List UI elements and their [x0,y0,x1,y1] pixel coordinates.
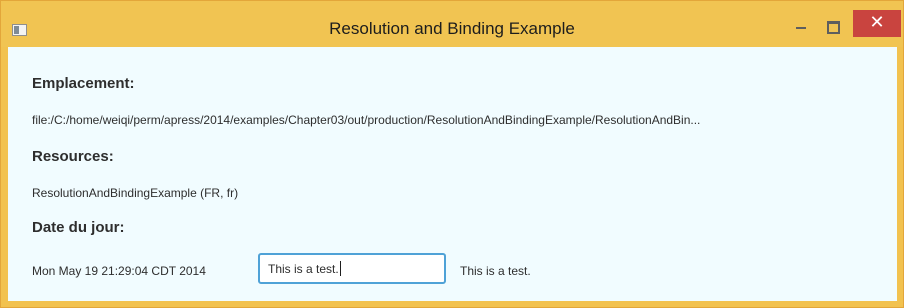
emplacement-value: file:/C:/home/weiqi/perm/apress/2014/exa… [32,113,701,127]
application-window: Resolution and Binding Example ✕ Emplace… [0,0,904,308]
emplacement-label: Emplacement: [32,75,135,92]
window-titlebar[interactable]: Resolution and Binding Example ✕ [1,1,903,47]
main-content: Emplacement: file:/C:/home/weiqi/perm/ap… [8,47,897,301]
close-button[interactable]: ✕ [853,10,901,37]
close-icon: ✕ [869,12,885,33]
resources-value: ResolutionAndBindingExample (FR, fr) [32,186,239,200]
date-value: Mon May 19 21:29:04 CDT 2014 [32,264,206,278]
text-cursor [339,261,341,276]
maximize-button[interactable] [819,16,847,38]
text-input-value: This is a test. [268,262,339,276]
minimize-button[interactable] [787,16,815,38]
text-input[interactable]: This is a test. [258,253,446,284]
date-label: Date du jour: [32,219,125,236]
bound-text-label: This is a test. [460,264,531,278]
window-title: Resolution and Binding Example [329,19,575,38]
resources-label: Resources: [32,148,114,165]
